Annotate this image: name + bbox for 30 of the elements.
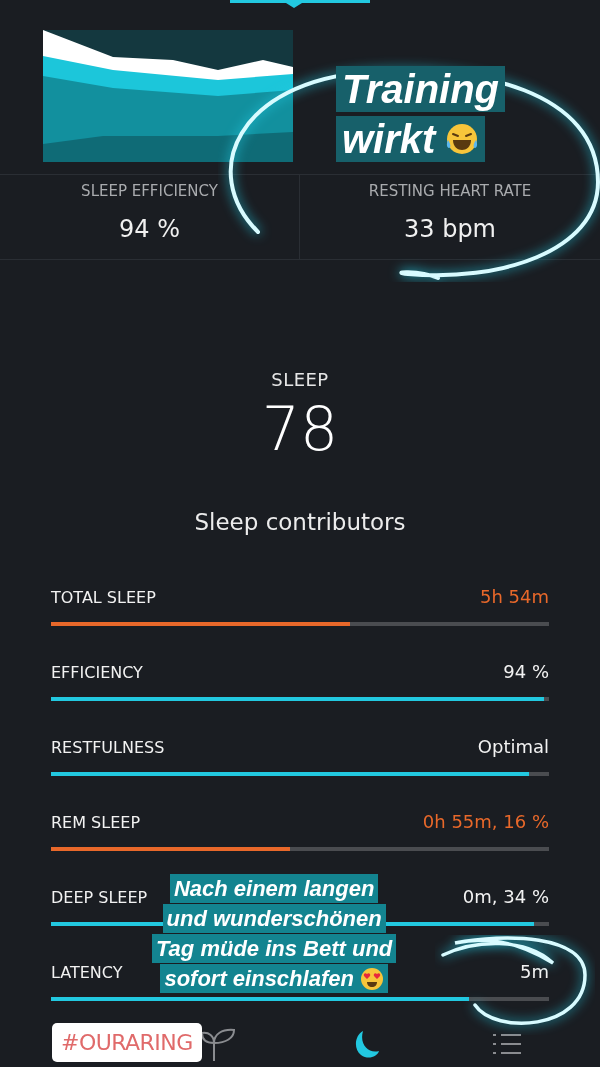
contributor-value: 0m, 34 % <box>462 884 549 909</box>
score-value: 78 <box>261 393 339 465</box>
contributor-label: DEEP SLEEP <box>51 886 148 909</box>
list-icon[interactable] <box>491 1031 523 1057</box>
sticker-text: Tag müde ins Bett und <box>156 935 393 963</box>
heart-eyes-emoji-icon <box>359 966 384 991</box>
stat-label: RESTING HEART RATE <box>368 181 532 202</box>
score-label: SLEEP <box>271 368 329 392</box>
contributor-label: EFFICIENCY <box>51 661 143 684</box>
sprout-icon[interactable] <box>200 1027 236 1061</box>
contributor-label: LATENCY <box>51 961 123 984</box>
contributor-value: 0h 55m, 16 % <box>422 809 549 834</box>
stat-label: SLEEP EFFICIENCY <box>81 181 218 202</box>
contributor-value: 5h 54m <box>479 584 549 609</box>
contributor-label: TOTAL SLEEP <box>51 586 156 609</box>
sticker-text: wirkt <box>342 117 436 161</box>
sticker-text: Training <box>342 67 500 111</box>
contributor-value: 94 % <box>503 659 549 684</box>
contributor-label: REM SLEEP <box>51 811 141 834</box>
contributor-value: Optimal <box>477 734 549 759</box>
sticker-text: Nach einem langen <box>173 875 375 903</box>
hashtag-sticker: #OURARING <box>52 1023 202 1062</box>
sticker-text: sofort einschlafen <box>164 965 354 993</box>
laughing-emoji-icon <box>445 122 480 156</box>
stat-value: 33 bpm <box>404 213 496 245</box>
section-title: Sleep contributors <box>194 508 406 537</box>
contributor-value: 5m <box>520 959 549 984</box>
sticker-text: und wunderschönen <box>166 905 382 933</box>
stat-value: 94 % <box>119 213 180 245</box>
contributor-label: RESTFULNESS <box>51 736 165 759</box>
